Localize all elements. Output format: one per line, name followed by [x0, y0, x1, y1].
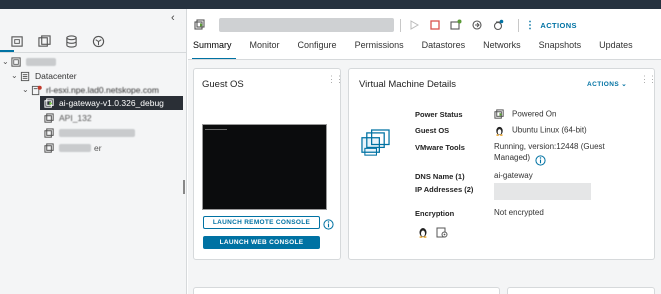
vm-powered-on-icon	[494, 109, 505, 120]
dns-name-label: DNS Name (1)	[415, 172, 465, 181]
ip-addresses-value-redacted	[494, 183, 591, 200]
tab-updates[interactable]: Updates	[599, 40, 633, 58]
vmware-tools-value-line1: Running, version:12448 (Guest	[494, 142, 605, 151]
guest-os-title: Guest OS	[202, 79, 244, 90]
power-status-value: Powered On	[494, 109, 556, 120]
vmware-tools-icon	[436, 226, 448, 238]
datacenter-icon	[20, 71, 31, 82]
divider	[400, 18, 401, 32]
tree-vm-item[interactable]	[44, 126, 135, 140]
vm-powered-on-icon	[193, 18, 207, 32]
main-tabs: Summary Monitor Configure Permissions Da…	[193, 40, 651, 58]
tree-vm-item[interactable]: er	[44, 141, 102, 155]
tab-datastores[interactable]: Datastores	[422, 40, 466, 58]
vcenter-icon	[11, 56, 22, 68]
tree-host[interactable]: ⌄ rl-esxi.npe.lad0.netskope.com	[22, 83, 159, 97]
snapshot-icon[interactable]	[491, 18, 505, 32]
vm-header: ⋮ ACTIONS	[193, 15, 577, 35]
tree-vm-item[interactable]: ai-gateway-v1.0.326_debug	[44, 96, 164, 110]
launch-console-icon[interactable]	[449, 18, 463, 32]
vmware-tools-value-line2: Managed)	[494, 153, 530, 162]
vm-details-actions-menu[interactable]: ACTIONS ⌄	[587, 80, 627, 88]
guest-os-label: Guest OS	[415, 126, 450, 135]
power-off-icon[interactable]	[428, 18, 442, 32]
host-icon	[31, 85, 42, 96]
vm-icon	[44, 127, 55, 139]
vm-details-title: Virtual Machine Details	[359, 79, 456, 90]
divider	[518, 18, 519, 32]
encryption-label: Encryption	[415, 209, 455, 218]
info-icon[interactable]	[323, 217, 334, 230]
vm-details-card	[348, 68, 655, 260]
tree-datacenter[interactable]: ⌄ Datacenter	[11, 69, 77, 83]
header-actions-menu[interactable]: ⋮ ACTIONS	[525, 20, 577, 31]
vm-powered-on-icon	[44, 97, 55, 109]
chevron-down-icon[interactable]: ⌄	[2, 55, 11, 69]
vm-name-title	[219, 18, 394, 32]
power-on-icon[interactable]	[407, 18, 421, 32]
header-actions-label: ACTIONS	[540, 20, 577, 30]
dns-name-value: ai-gateway	[494, 171, 533, 180]
power-status-label: Power Status	[415, 110, 463, 119]
inventory-view-tabs	[4, 35, 112, 51]
redacted-text	[59, 144, 91, 152]
launch-web-console-button[interactable]: LAUNCH WEB CONSOLE	[203, 236, 320, 249]
vms-templates-icon[interactable]	[31, 35, 58, 51]
tree-host-label: rl-esxi.npe.lad0.netskope.com	[46, 85, 159, 95]
power-status-text: Powered On	[512, 109, 557, 119]
lower-card	[507, 287, 655, 294]
tab-permissions[interactable]: Permissions	[355, 40, 404, 58]
console-text-line	[205, 129, 227, 130]
tab-summary[interactable]: Summary	[193, 40, 232, 58]
linux-penguin-icon	[494, 125, 505, 136]
vmware-tools-label: VMware Tools	[415, 143, 465, 152]
tree-vm-label: er	[94, 143, 102, 153]
more-vertical-icon: ⋮	[525, 19, 536, 31]
virtual-machine-icon	[361, 129, 390, 156]
sidebar-resize-handle[interactable]	[183, 180, 185, 194]
migrate-icon[interactable]	[470, 18, 484, 32]
view-tabs-divider	[0, 52, 187, 53]
chevron-down-icon: ⌄	[621, 81, 628, 88]
drag-handle-icon[interactable]: ⋮⋮	[640, 74, 657, 85]
lower-card	[193, 287, 500, 294]
chevron-down-icon[interactable]: ⌄	[22, 83, 31, 97]
vm-icon	[44, 112, 55, 124]
tree-vm-label: API_132	[59, 113, 92, 123]
console-thumbnail[interactable]	[202, 124, 327, 210]
chevron-down-icon[interactable]: ⌄	[11, 69, 20, 83]
encryption-value: Not encrypted	[494, 208, 544, 217]
top-bar	[0, 0, 661, 9]
tab-snapshots[interactable]: Snapshots	[539, 40, 582, 58]
hosts-clusters-icon[interactable]	[4, 35, 31, 51]
ip-addresses-label: IP Addresses (2)	[415, 185, 474, 194]
info-icon[interactable]	[535, 153, 546, 166]
chevron-left-icon[interactable]: ‹	[171, 12, 175, 24]
tree-root-label	[26, 58, 56, 66]
guest-os-text: Ubuntu Linux (64-bit)	[512, 125, 587, 135]
storage-icon[interactable]	[58, 35, 85, 51]
vmware-tools-managed-text: Managed)	[494, 153, 531, 162]
vm-details-actions-label: ACTIONS	[587, 81, 620, 88]
tab-configure[interactable]: Configure	[298, 40, 337, 58]
tree-vm-label: ai-gateway-v1.0.326_debug	[59, 98, 164, 108]
drag-handle-icon[interactable]: ⋮⋮	[327, 74, 344, 85]
launch-remote-console-button[interactable]: LAUNCH REMOTE CONSOLE	[203, 216, 320, 229]
tree-vm-label	[59, 129, 135, 137]
networking-icon[interactable]	[85, 35, 112, 51]
linux-penguin-icon	[417, 226, 429, 238]
guest-os-value: Ubuntu Linux (64-bit)	[494, 125, 587, 136]
tab-networks[interactable]: Networks	[483, 40, 521, 58]
tab-monitor[interactable]: Monitor	[250, 40, 280, 58]
tree-vm-item[interactable]: API_132	[44, 111, 92, 125]
tree-datacenter-label: Datacenter	[35, 71, 77, 81]
tree-root[interactable]: ⌄	[2, 55, 56, 69]
vm-icon	[44, 142, 55, 154]
